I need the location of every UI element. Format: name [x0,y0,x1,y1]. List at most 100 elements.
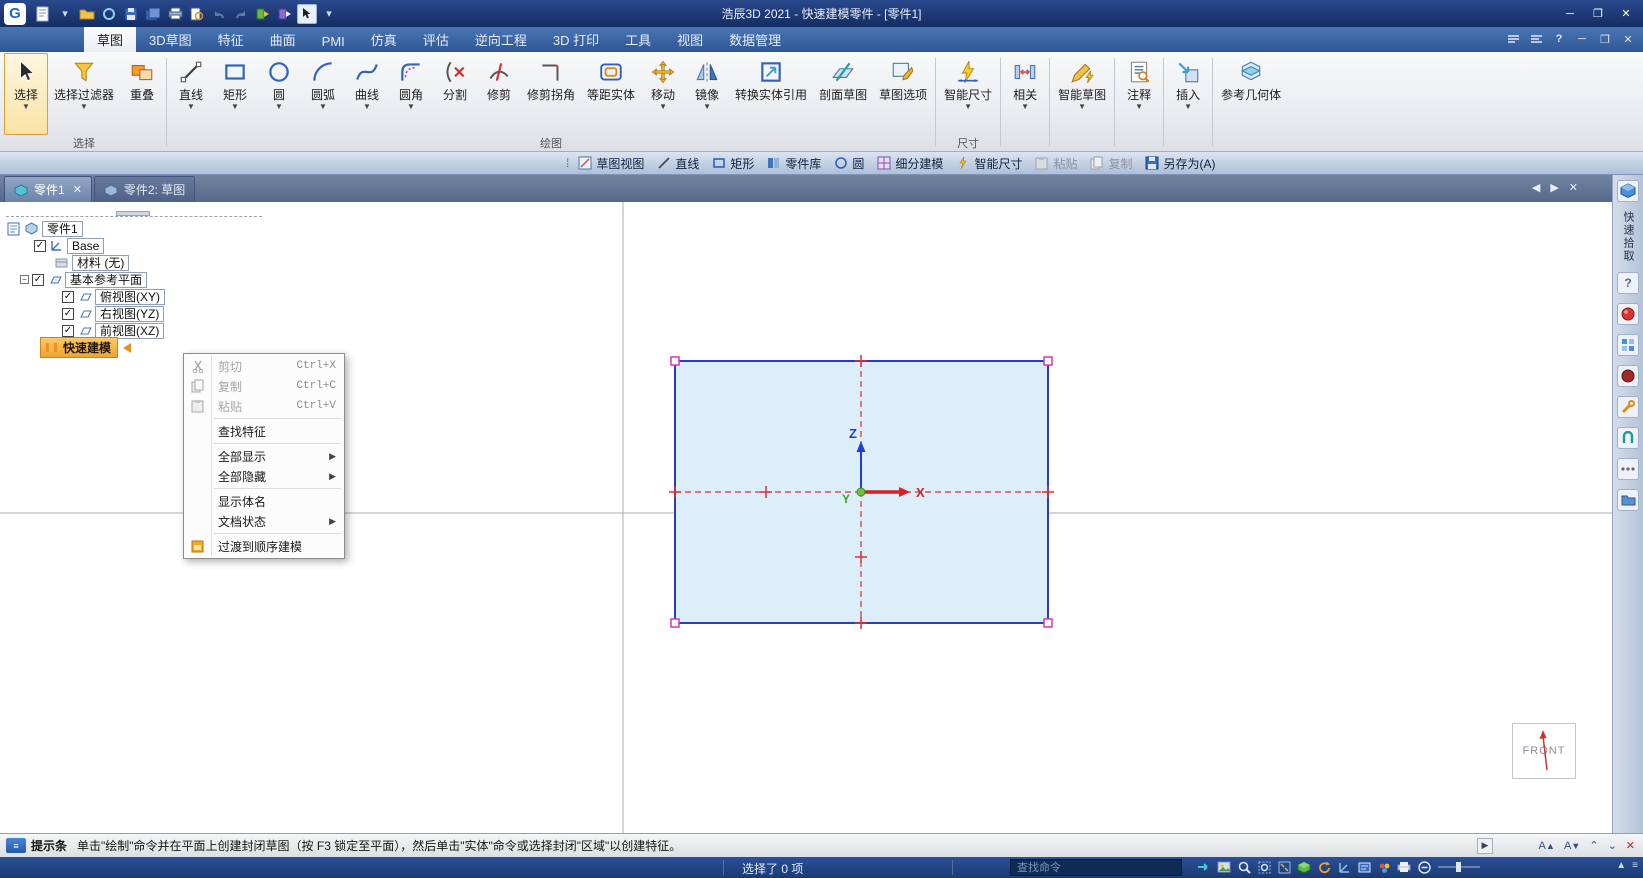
minimize-button[interactable]: ─ [1557,5,1583,23]
tab-3d-sketch[interactable]: 3D草图 [136,26,205,52]
library-panel-icon[interactable] [1617,489,1639,511]
select-button[interactable]: 选择 ▼ [4,53,48,135]
reference-geometry-button[interactable]: 参考几何体 [1215,53,1287,151]
origin-point[interactable] [856,487,866,497]
tree-splitter[interactable] [6,208,262,217]
print-icon[interactable] [1396,859,1412,875]
subdivision-modeling-button[interactable]: 细分建模 [870,154,949,173]
link-button[interactable] [99,4,119,24]
quick-line-button[interactable]: 直线 [650,154,705,173]
zoom-window-icon[interactable] [1256,859,1272,875]
mirror-button[interactable]: 镜像 ▼ [685,53,729,135]
split-button[interactable]: 分割 [433,53,477,135]
child-minimize-button[interactable]: ─ [1573,31,1591,47]
quick-access-options-dropdown[interactable]: ▾ [319,4,339,24]
coordinate-system-icon[interactable] [1336,859,1352,875]
prompt-scroll-button[interactable]: ▶ [1477,837,1493,854]
menu-item-copy[interactable]: 复制 Ctrl+C [184,376,344,396]
maximize-button[interactable]: ❐ [1585,5,1611,23]
document-tab-part1[interactable]: 零件1 ✕ [4,176,92,202]
material-panel-icon[interactable] [1617,365,1639,387]
redo-button[interactable] [231,4,251,24]
select-filter-button[interactable]: 选择过滤器 ▼ [48,53,120,135]
tab-pmi[interactable]: PMI [309,30,358,52]
pathfinder-panel-icon[interactable] [1617,180,1639,202]
trim-corner-button[interactable]: 修剪拐角 [521,53,581,135]
tree-item-right-view[interactable]: ✓ 右视图(YZ) [62,305,262,322]
move-button[interactable]: 移动 ▼ [641,53,685,135]
quick-copy-button[interactable]: 复制 [1083,154,1138,173]
selected-tree-item[interactable]: 快速建模 [40,337,119,358]
fit-view-icon[interactable] [1276,859,1292,875]
tab-simulation[interactable]: 仿真 [358,26,410,52]
expand-down-icon[interactable]: ⌄ [1608,839,1617,852]
relate-button[interactable]: 相关 ▼ [1003,53,1047,151]
checkbox-front-view[interactable]: ✓ [62,324,74,337]
arc-button[interactable]: 圆弧 ▼ [301,53,345,135]
tree-item-base[interactable]: ✓ Base [34,237,262,254]
section-sketch-button[interactable]: 剖面草图 [813,53,873,135]
print-preview-button[interactable] [187,4,207,24]
document-tab-part2-sketch[interactable]: 零件2: 草图 [93,176,196,202]
save-all-button[interactable] [143,4,163,24]
open-file-button[interactable] [77,4,97,24]
close-prompt-icon[interactable]: ✕ [1626,839,1635,852]
tree-item-ref-planes[interactable]: − ✓ 基本参考平面 [20,271,262,288]
fillet-button[interactable]: 圆角 ▼ [389,53,433,135]
shaded-view-icon[interactable] [1296,859,1312,875]
ribbon-layout-icon[interactable] [1504,31,1522,47]
sketch-options-button[interactable]: 草图选项 [873,53,933,135]
tab-surfaces[interactable]: 曲面 [257,26,309,52]
font-increase-icon[interactable]: A ▲ [1539,840,1555,852]
quick-smart-dimension-button[interactable]: 智能尺寸 [949,154,1028,173]
child-restore-button[interactable]: ❐ [1596,31,1614,47]
more-panels-icon[interactable] [1617,458,1639,480]
trim-button[interactable]: 修剪 [477,53,521,135]
zoom-icon[interactable] [1236,859,1252,875]
menu-item-find-feature[interactable]: 查找特征 [184,421,344,441]
modeling-viewport[interactable]: Z X Y 零件1 ✓ Base 材料 (无) − ✓ 基本参考平面 ✓ 俯视图… [0,202,1612,833]
tab-view[interactable]: 视图 [664,26,716,52]
tab-data-management[interactable]: 数据管理 [716,26,794,52]
tab-3d-printing[interactable]: 3D 打印 [540,26,612,52]
quick-paste-button[interactable]: 粘贴 [1028,154,1083,173]
curve-button[interactable]: 曲线 ▼ [345,53,389,135]
collapse-icon[interactable]: − [20,275,29,284]
menu-item-cut[interactable]: 剪切 Ctrl+X [184,356,344,376]
sketch-view-button[interactable]: 草图视图 [571,154,650,173]
line-button[interactable]: 直线 ▼ [169,53,213,135]
menu-item-hide-all[interactable]: 全部隐藏 ▶ [184,466,344,486]
command-search-input[interactable] [1010,859,1182,876]
new-file-button[interactable] [33,4,53,24]
part-library-button[interactable]: 零件库 [760,154,827,173]
menu-item-show-body-name[interactable]: 显示体名 [184,491,344,511]
help-icon[interactable]: ? [1550,31,1568,47]
menu-item-document-status[interactable]: 文档状态 ▶ [184,511,344,531]
close-button[interactable]: ✕ [1613,5,1639,23]
render-panel-icon[interactable] [1617,303,1639,325]
quick-rectangle-button[interactable]: 矩形 [705,154,760,173]
new-file-dropdown[interactable]: ▾ [55,4,75,24]
undo-button[interactable] [209,4,229,24]
checkbox-ref-planes[interactable]: ✓ [32,273,44,286]
help-panel-icon[interactable]: ? [1617,272,1639,294]
zoom-slider[interactable] [1436,859,1482,875]
rectangle-button[interactable]: 矩形 ▼ [213,53,257,135]
menu-item-transition-ordered[interactable]: 过渡到顺序建模 [184,536,344,556]
convert-entities-button[interactable]: 转换实体引用 [729,53,813,135]
menu-item-paste[interactable]: 粘贴 Ctrl+V [184,396,344,416]
styles-icon[interactable] [1376,859,1392,875]
menu-item-show-all[interactable]: 全部显示 ▶ [184,446,344,466]
overlap-button[interactable]: 重叠 [120,53,164,135]
tab-features[interactable]: 特征 [205,26,257,52]
tree-item-material[interactable]: 材料 (无) [54,254,262,271]
tab-sketch[interactable]: 草图 [84,26,137,52]
pan-icon[interactable] [1196,859,1212,875]
insert-button[interactable]: 插入 ▼ [1166,53,1210,151]
select-mode-button[interactable] [297,3,317,24]
save-button[interactable] [121,4,141,24]
update-feature-button[interactable] [275,4,295,24]
tab-inspect[interactable]: 评估 [410,26,462,52]
smart-sketch-button[interactable]: 智能草图 ▼ [1052,53,1112,151]
screenshot-icon[interactable] [1216,859,1232,875]
